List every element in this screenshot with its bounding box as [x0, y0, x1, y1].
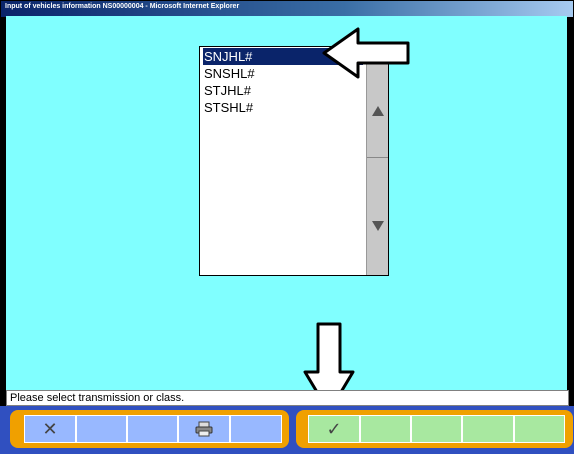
cancel-button[interactable]: ✕	[24, 415, 76, 443]
transmission-listbox[interactable]: SNJHL# SNSHL# STJHL# STSHL#	[199, 46, 389, 276]
blank-button[interactable]	[230, 415, 282, 443]
blank-button[interactable]	[462, 415, 514, 443]
close-x-icon: ✕	[42, 418, 58, 440]
blank-button[interactable]	[411, 415, 462, 443]
list-item[interactable]: STSHL#	[203, 99, 363, 116]
blank-button[interactable]	[514, 415, 565, 443]
status-bar: Please select transmission or class.	[6, 390, 569, 406]
blank-button[interactable]	[76, 415, 127, 443]
blank-button[interactable]	[360, 415, 411, 443]
content-area: SNJHL# SNSHL# STJHL# STSHL#	[6, 16, 567, 390]
scroll-up-arrow-icon[interactable]	[372, 106, 384, 116]
list-item[interactable]: STJHL#	[203, 82, 363, 99]
right-button-group: ✓	[296, 410, 573, 448]
window-title: Input of vehicles information NS00000004…	[5, 3, 240, 10]
printer-icon	[179, 416, 229, 442]
blank-button[interactable]	[127, 415, 178, 443]
print-button[interactable]	[178, 415, 230, 443]
title-bar: Input of vehicles information NS00000004…	[1, 1, 573, 17]
scrollbar-divider	[367, 157, 388, 158]
status-message: Please select transmission or class.	[10, 392, 185, 404]
left-arrow-annotation-icon	[322, 27, 410, 79]
checkmark-icon: ✓	[326, 418, 342, 440]
list-scrollbar[interactable]	[366, 47, 388, 275]
scroll-down-arrow-icon[interactable]	[372, 221, 384, 231]
confirm-button[interactable]: ✓	[308, 415, 360, 443]
left-button-group: ✕	[10, 410, 289, 448]
